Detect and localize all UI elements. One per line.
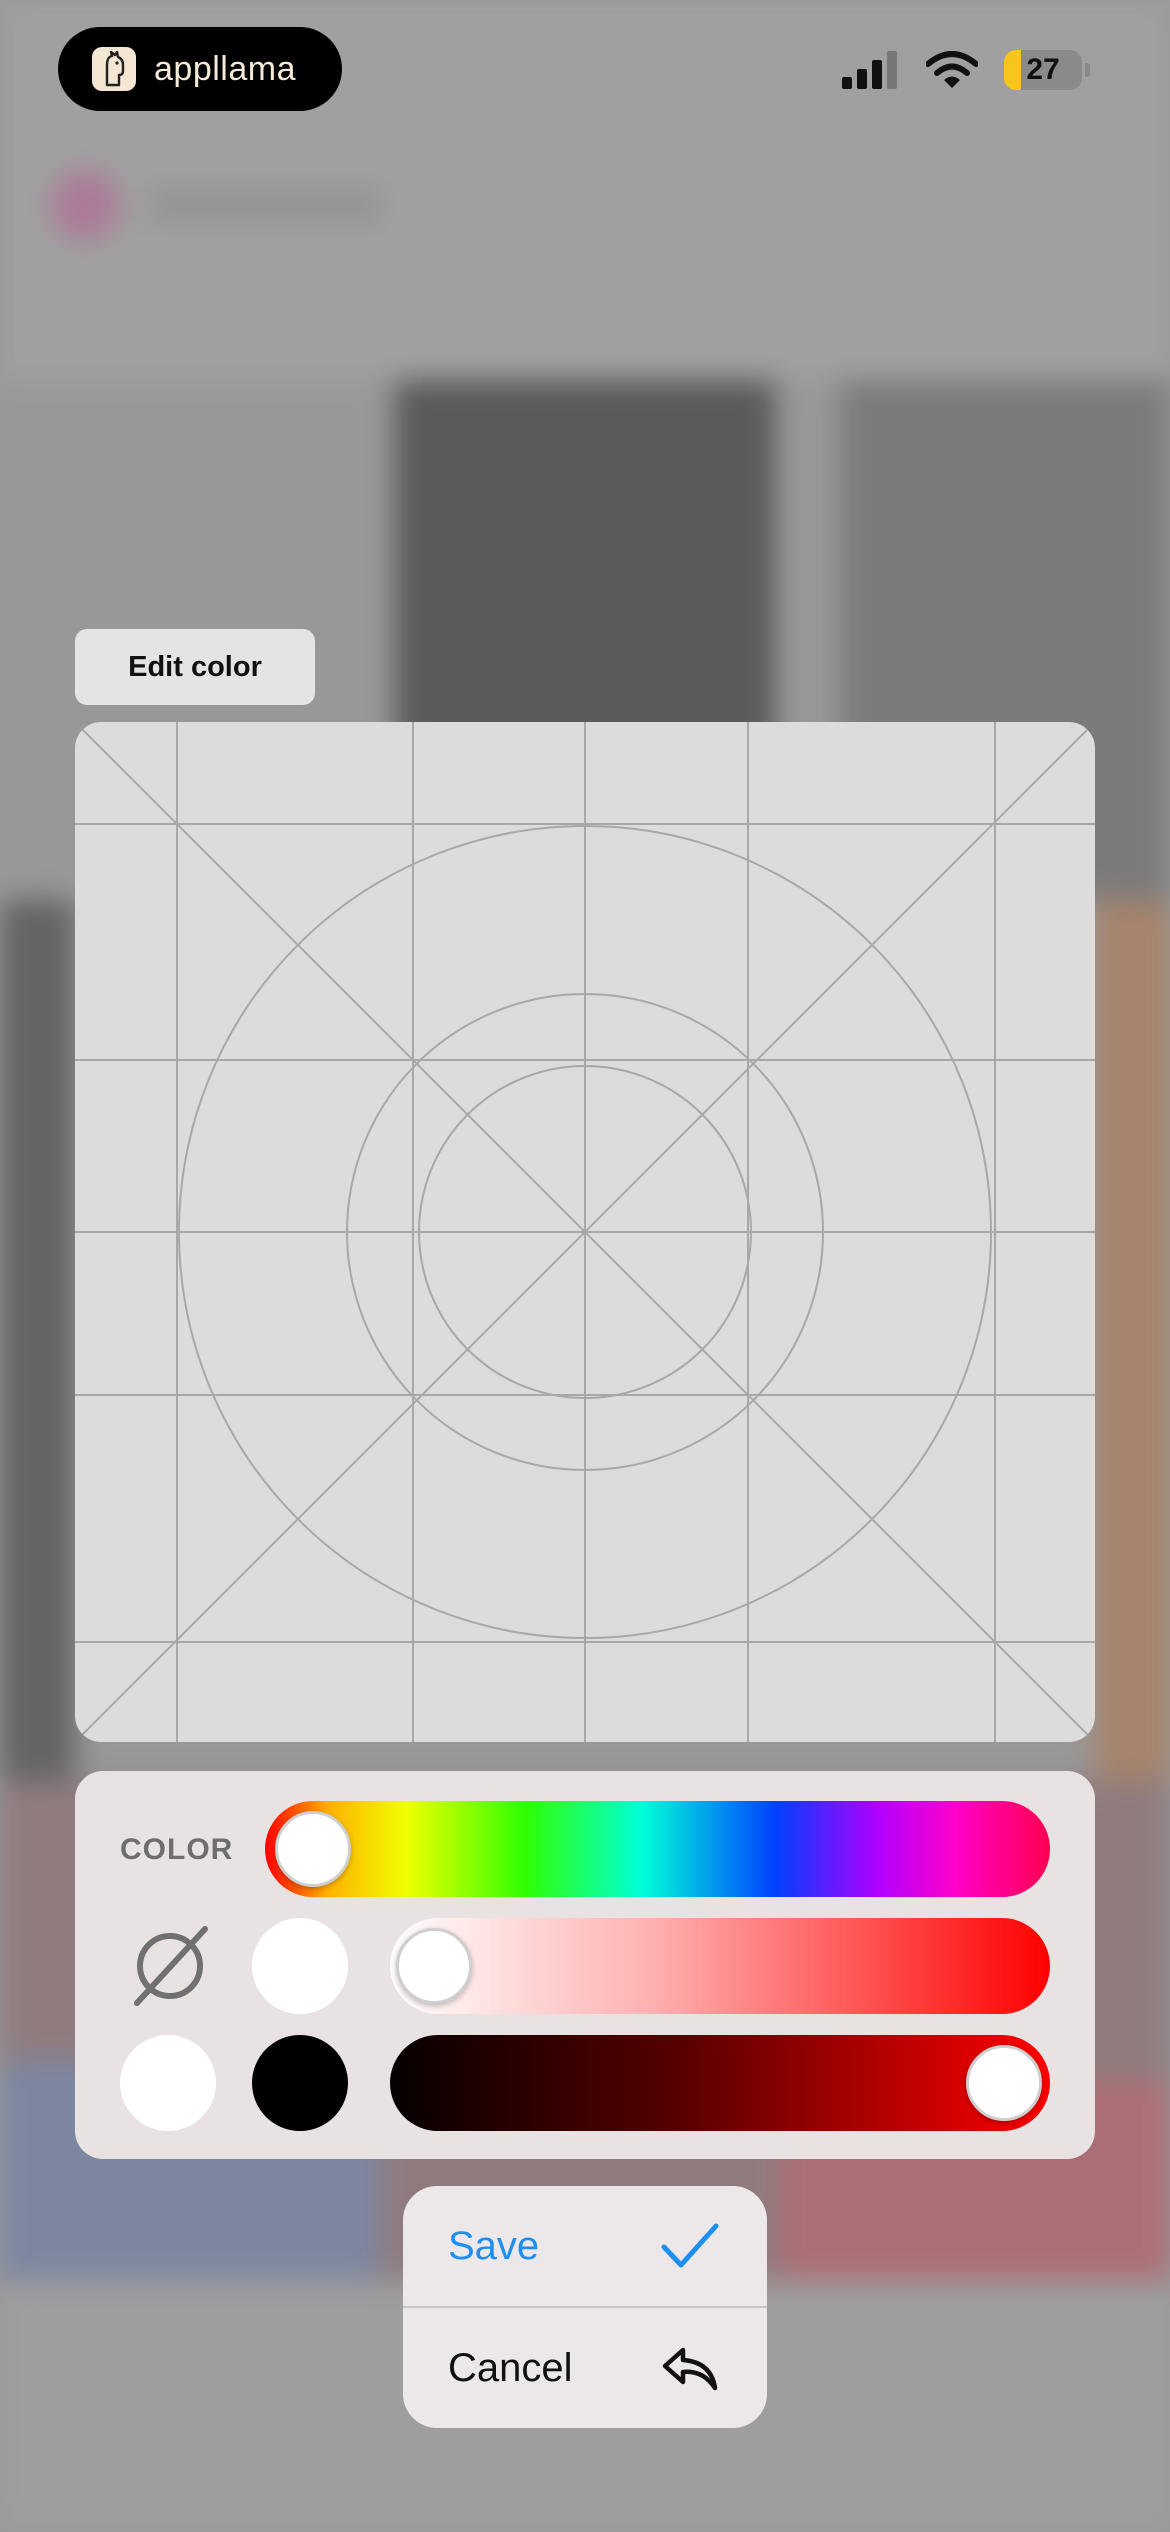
color-label: COLOR xyxy=(120,1833,234,1866)
swatch-black[interactable] xyxy=(252,2035,348,2131)
hue-slider[interactable] xyxy=(265,1801,1050,1897)
save-label: Save xyxy=(448,2223,540,2268)
status-icons: 27 xyxy=(842,50,1090,90)
cellular-signal-icon xyxy=(842,51,897,89)
save-button[interactable]: Save xyxy=(403,2186,767,2306)
llama-logo-icon xyxy=(92,47,136,91)
cancel-label: Cancel xyxy=(448,2345,573,2390)
battery-level: 27 xyxy=(1026,53,1060,86)
checkmark-icon xyxy=(661,2223,719,2268)
icon-grid-guide xyxy=(75,722,1095,1742)
brightness-slider-knob[interactable] xyxy=(966,2045,1042,2121)
edit-color-title: Edit color xyxy=(75,629,315,705)
icon-preview-canvas xyxy=(75,722,1095,1742)
brand-name: appllama xyxy=(154,49,296,88)
brightness-slider[interactable] xyxy=(390,2035,1050,2131)
wifi-icon xyxy=(926,51,978,88)
action-menu: Save Cancel xyxy=(403,2186,767,2428)
swatch-white[interactable] xyxy=(252,1918,348,2014)
saturation-slider[interactable] xyxy=(390,1918,1050,2014)
cancel-button[interactable]: Cancel xyxy=(403,2308,767,2428)
color-controls-panel: COLOR xyxy=(75,1771,1095,2159)
no-color-icon[interactable] xyxy=(125,1921,215,2011)
swatch-white-2[interactable] xyxy=(120,2035,216,2131)
appllama-badge: appllama xyxy=(58,27,342,111)
undo-arrow-icon xyxy=(662,2347,718,2391)
hue-slider-knob[interactable] xyxy=(275,1811,351,1887)
battery-indicator: 27 xyxy=(1004,50,1082,90)
saturation-slider-knob[interactable] xyxy=(396,1928,472,2004)
